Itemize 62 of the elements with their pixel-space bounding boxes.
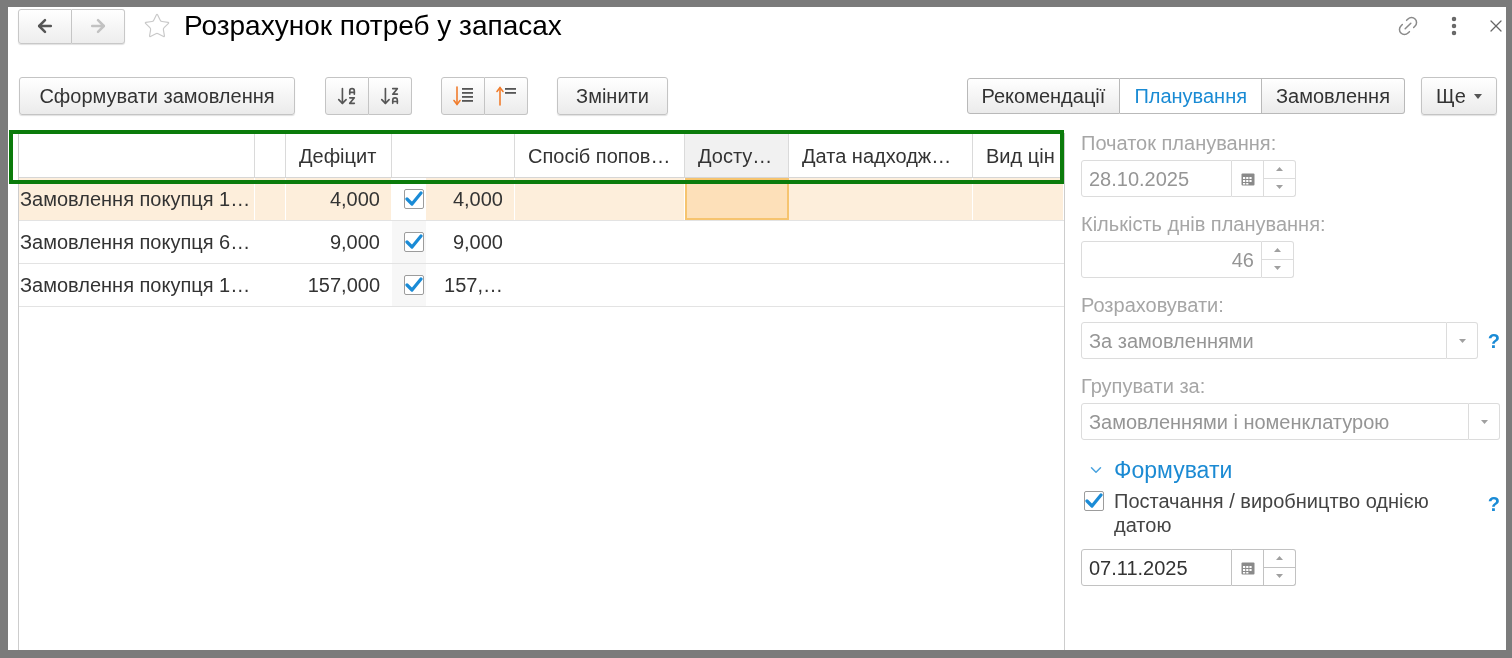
triangle-up-icon	[1274, 248, 1281, 253]
create-order-button[interactable]: Сформувати замовлення	[19, 77, 295, 115]
sort-button[interactable]	[325, 77, 369, 115]
table-cell-text: 4,000	[451, 187, 504, 212]
checkbox[interactable]	[404, 189, 424, 209]
spin-up-button[interactable]	[1264, 549, 1296, 568]
checkbox[interactable]	[1084, 491, 1104, 511]
field-label: Кількість днів планування:	[1081, 214, 1327, 234]
arrow-up-list-icon	[495, 85, 517, 107]
checkbox-label: Постачання / виробництво однією датою	[1114, 489, 1430, 537]
triangle-up-icon	[1276, 167, 1283, 172]
table-row[interactable]: Замовлення покупця 1… 157,000 157,…	[19, 264, 1064, 307]
table-row[interactable]: Замовлення покупця 1… 4,000 4,000	[19, 178, 1064, 221]
edit-button[interactable]: Змінити	[557, 77, 668, 115]
calendar-button[interactable]	[1232, 549, 1264, 586]
triangle-down-icon	[1276, 574, 1283, 579]
caret-down-icon	[1473, 93, 1482, 99]
sort-button[interactable]	[369, 77, 412, 115]
spin-up-button[interactable]	[1264, 160, 1296, 179]
field-label: Початок планування:	[1081, 133, 1278, 153]
tab[interactable]: Рекомендації	[966, 78, 1121, 114]
arrow-right-icon	[88, 16, 108, 36]
table-cell-text: 9,000	[451, 230, 504, 255]
table-cell-text: 157,…	[443, 273, 504, 298]
field-label: Розраховувати:	[1081, 295, 1225, 315]
triangle-up-icon	[1276, 556, 1283, 561]
table-cell-text: 9,000	[328, 230, 381, 255]
calendar-button[interactable]	[1232, 160, 1264, 197]
triangle-down-icon	[1274, 266, 1281, 271]
sort-za-icon	[379, 85, 401, 107]
back-button[interactable]	[18, 8, 72, 44]
table-cell-text: 157,000	[306, 273, 381, 298]
table-cell-text: Замовлення покупця 1…	[19, 273, 252, 298]
tab[interactable]: Замовлення	[1262, 78, 1405, 114]
help-link[interactable]: ?	[1487, 493, 1500, 515]
calendar-icon	[1240, 560, 1255, 575]
checkbox[interactable]	[404, 275, 424, 295]
order-down-button[interactable]	[441, 77, 485, 115]
spin-up-button[interactable]	[1262, 241, 1294, 260]
spin-down-button[interactable]	[1264, 178, 1296, 197]
tab[interactable]: Планування	[1120, 78, 1263, 114]
spin-down-button[interactable]	[1262, 259, 1294, 278]
arrow-down-list-icon	[452, 85, 474, 107]
table-row[interactable]: Замовлення покупця 6… 9,000 9,000	[19, 221, 1064, 264]
caret-down-icon	[1458, 338, 1466, 343]
date-field[interactable]: 07.11.2025	[1081, 549, 1232, 586]
order-up-button[interactable]	[485, 77, 528, 115]
section-toggle[interactable]: Формувати	[1081, 457, 1233, 483]
sort-az-icon	[336, 85, 358, 107]
table-cell-text: Замовлення покупця 6…	[19, 230, 252, 255]
spin-down-button[interactable]	[1264, 567, 1296, 586]
table-cell: Замовлення покупця 1…	[19, 178, 255, 220]
star-icon[interactable]	[143, 12, 171, 40]
caret-down-icon	[1480, 419, 1488, 424]
triangle-down-icon	[1276, 185, 1283, 190]
checkbox[interactable]	[404, 232, 424, 252]
field-label: Групувати за:	[1081, 376, 1207, 396]
column-header[interactable]: Досту…	[685, 134, 789, 177]
window-title: Розрахунок потреб у запасах	[184, 9, 562, 43]
calendar-icon	[1240, 171, 1255, 186]
focused-cell[interactable]	[685, 178, 789, 220]
more-button[interactable]: Ще	[1421, 77, 1497, 115]
